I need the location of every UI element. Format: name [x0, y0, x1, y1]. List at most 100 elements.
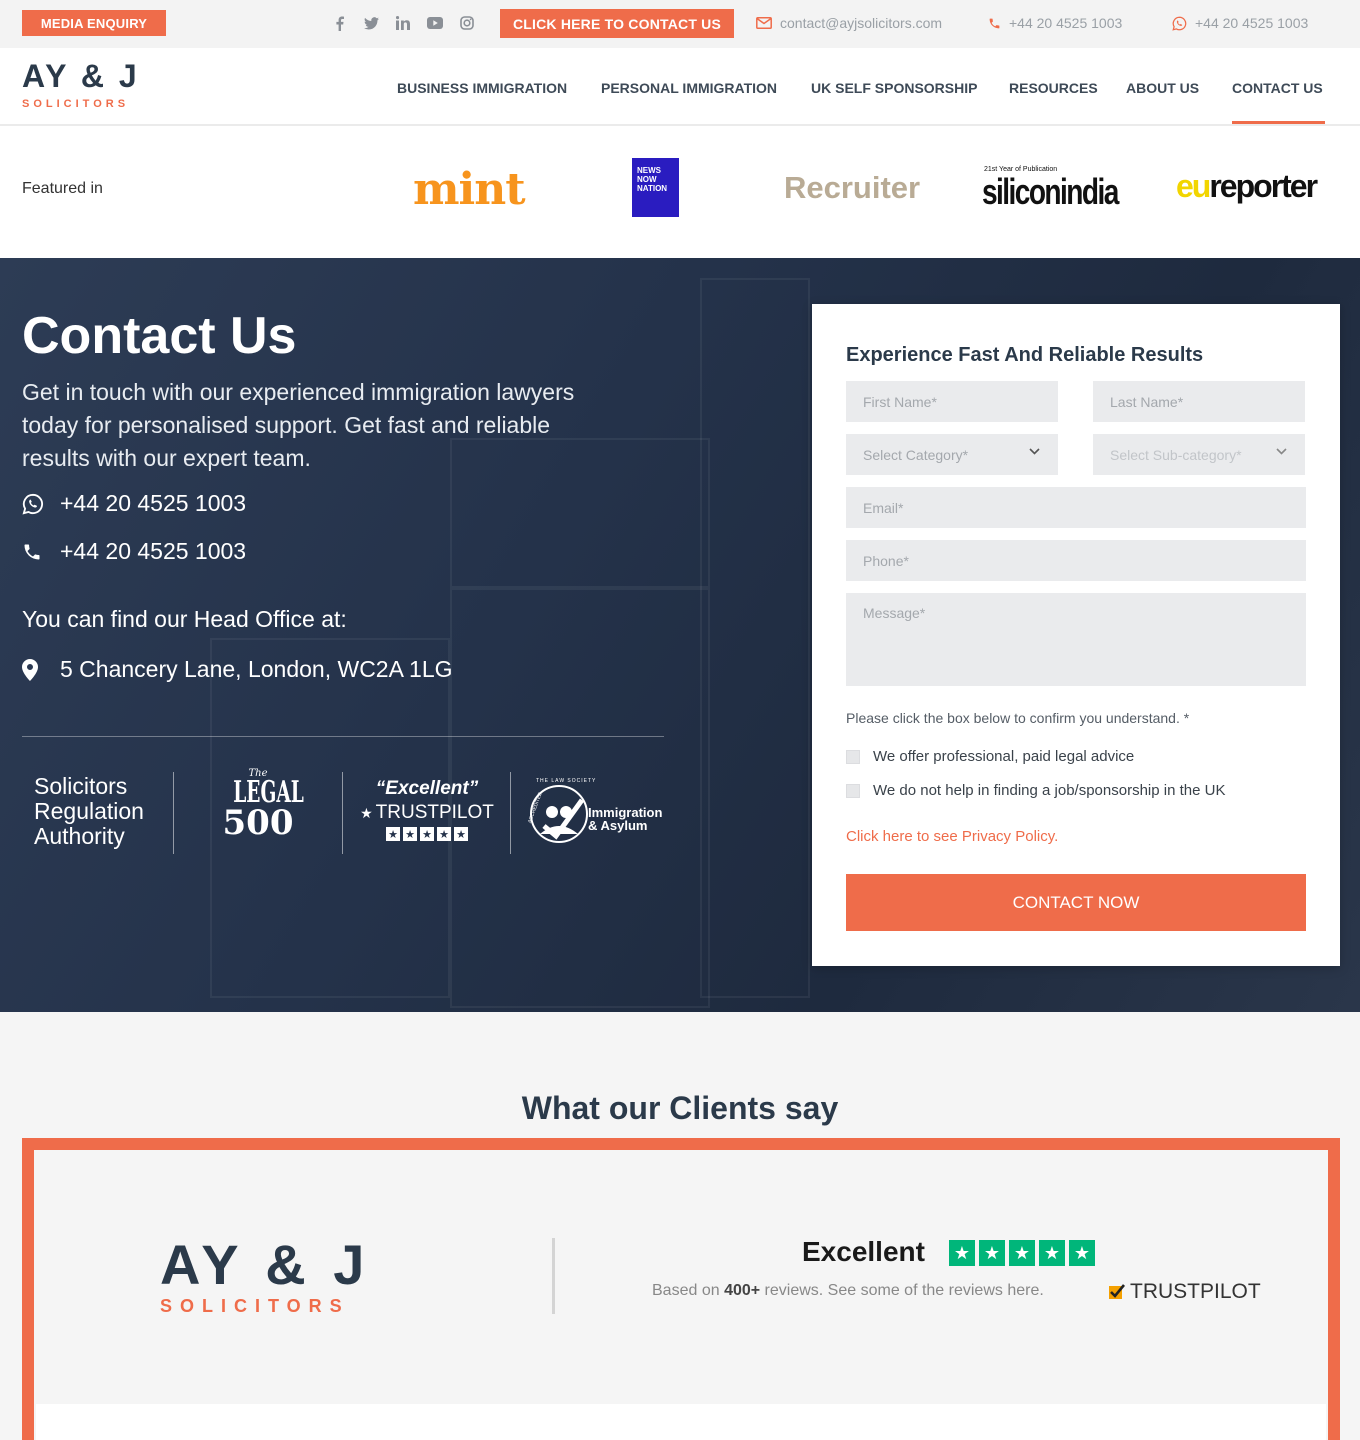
clients-section: What our Clients say AY & J SOLICITORS E… [0, 1012, 1360, 1440]
eureporter-eu: eu [1176, 168, 1211, 204]
top-bar: MEDIA ENQUIRY CLICK HERE TO CONTACT US c… [0, 0, 1360, 48]
nav-business-immigration[interactable]: BUSINESS IMMIGRATION [397, 80, 567, 96]
star-icon: ★ [454, 827, 468, 841]
trustpilot-star-icon: ★ [360, 804, 373, 821]
category-select[interactable]: Select Category* [846, 434, 1058, 475]
linkedin-icon[interactable] [394, 14, 412, 32]
first-name-input[interactable]: First Name* [846, 381, 1058, 422]
office-label: You can find our Head Office at: [22, 606, 347, 632]
page-title: Contact Us [22, 307, 297, 365]
review-count-number: 400+ [724, 1282, 761, 1299]
nav-uk-self-sponsorship[interactable]: UK SELF SPONSORSHIP [811, 80, 977, 96]
subcategory-select[interactable]: Select Sub-category* [1093, 434, 1305, 475]
confirm-note: Please click the box below to confirm yo… [846, 710, 1190, 726]
youtube-icon[interactable] [426, 14, 444, 32]
hero-divider [22, 736, 664, 737]
publication-mint-logo: mint [413, 164, 526, 215]
law-society-arc-text: THE LAW SOCIETY [536, 778, 597, 784]
checkbox-paid-advice[interactable]: We offer professional, paid legal advice [846, 748, 1134, 765]
law-society-badge: THE LAW SOCIETY ACCREDITED Immigration &… [526, 778, 676, 850]
nav-contact-us[interactable]: CONTACT US [1232, 80, 1323, 96]
trustpilot-name: TRUSTPILOT [375, 802, 494, 823]
checkbox-label: We do not help in finding a job/sponsors… [873, 782, 1226, 799]
hero-whatsapp-link[interactable]: +44 20 4525 1003 [22, 490, 246, 517]
star-icon: ★ [420, 827, 434, 841]
trustpilot-brand: TRUSTPILOT [1108, 1280, 1261, 1304]
category-select-value: Select Category* [863, 446, 969, 463]
email-input[interactable]: Email* [846, 487, 1306, 528]
trustpilot-star-icon: ★ [1009, 1240, 1035, 1266]
main-header: AY & J SOLICITORS BUSINESS IMMIGRATION P… [0, 48, 1360, 126]
nav-personal-immigration[interactable]: PERSONAL IMMIGRATION [601, 80, 777, 96]
whatsapp-icon [22, 493, 60, 515]
subcategory-select-value: Select Sub-category* [1110, 446, 1242, 463]
top-whatsapp-text: +44 20 4525 1003 [1195, 15, 1309, 31]
office-address-text: 5 Chancery Lane, London, WC2A 1LG [60, 656, 453, 682]
logo-wordmark: AY & J [22, 58, 140, 94]
top-phone-text: +44 20 4525 1003 [1009, 15, 1123, 31]
office-address: 5 Chancery Lane, London, WC2A 1LG [22, 656, 453, 683]
trustpilot-star-icon: ★ [1069, 1240, 1095, 1266]
contact-form: Experience Fast And Reliable Results Fir… [812, 304, 1340, 966]
checkbox[interactable] [846, 783, 860, 798]
review-count-text[interactable]: Based on 400+ reviews. See some of the r… [652, 1282, 1044, 1300]
facebook-icon[interactable] [330, 14, 348, 32]
sra-line: Authority [34, 823, 125, 849]
top-email-text: contact@ayjsolicitors.com [780, 15, 943, 31]
clients-title: What our Clients say [521, 1090, 839, 1126]
nav-active-indicator [1232, 121, 1325, 124]
review-logo-subtitle: SOLICITORS [160, 1296, 350, 1316]
sra-badge: Solicitors Regulation Authority [34, 774, 144, 849]
nav-resources[interactable]: RESOURCES [1009, 80, 1098, 96]
phone-input[interactable]: Phone* [846, 540, 1306, 581]
checkbox-label: We offer professional, paid legal advice [873, 748, 1135, 765]
nav-about-us[interactable]: ABOUT US [1126, 80, 1199, 96]
privacy-policy-link[interactable]: Click here to see Privacy Policy. [846, 828, 1058, 845]
legal500-badge: The LEGAL 500 [218, 768, 304, 840]
top-email-link[interactable]: contact@ayjsolicitors.com [756, 15, 942, 31]
review-count-post: reviews. See some of the reviews here. [760, 1282, 1044, 1299]
checkbox-no-job-help[interactable]: We do not help in finding a job/sponsors… [846, 782, 1225, 799]
immigration-line: & Asylum [588, 818, 648, 833]
form-title: Experience Fast And Reliable Results [846, 344, 1204, 366]
top-whatsapp-link[interactable]: +44 20 4525 1003 [1172, 15, 1308, 31]
hero-whatsapp-number: +44 20 4525 1003 [60, 490, 247, 516]
rating-word: Excellent [802, 1236, 925, 1267]
twitter-icon[interactable] [362, 14, 380, 32]
chevron-down-icon [1029, 448, 1040, 455]
trustpilot-star-icon: ★ [949, 1240, 975, 1266]
chevron-down-icon [1276, 448, 1287, 455]
contact-now-button[interactable]: CONTACT NOW [846, 874, 1306, 931]
top-phone-link[interactable]: +44 20 4525 1003 [988, 15, 1122, 31]
star-icon: ★ [437, 827, 451, 841]
hero-phone-link[interactable]: +44 20 4525 1003 [22, 538, 246, 565]
phone-icon [22, 542, 60, 562]
trustpilot-brand-text: TRUSTPILOT [1130, 1280, 1261, 1303]
publication-siliconindia-logo: 21st Year of Publication siliconindia [982, 166, 1156, 211]
featured-label: Featured in [22, 180, 103, 197]
phone-icon [989, 18, 1000, 28]
checkbox[interactable] [846, 749, 860, 764]
building-deco [700, 278, 810, 998]
publication-newsnownation-logo: NEWS NOW NATION [632, 158, 679, 217]
review-logo-wordmark: AY & J [160, 1233, 371, 1296]
instagram-icon[interactable] [458, 14, 476, 32]
hero-description: Get in touch with our experienced immigr… [22, 379, 575, 471]
review-divider [552, 1238, 555, 1314]
trustpilot-check-icon [1109, 1284, 1126, 1299]
publication-recruiter-logo: Recruiter [784, 170, 921, 205]
eureporter-reporter: reporter [1209, 168, 1318, 204]
media-enquiry-button[interactable]: MEDIA ENQUIRY [22, 10, 166, 36]
message-textarea[interactable]: Message* [846, 593, 1306, 686]
sra-line: Solicitors [34, 773, 128, 799]
trustpilot-quote: “Excellent” [375, 778, 479, 799]
siliconindia-wordmark: siliconindia [982, 171, 1119, 212]
hero-phone-number: +44 20 4525 1003 [60, 538, 247, 564]
last-name-input[interactable]: Last Name* [1093, 381, 1305, 422]
badge-divider [342, 772, 343, 854]
trustpilot-badge: “Excellent” ★ TRUSTPILOT ★ ★ ★ ★ ★ [360, 778, 494, 841]
contact-cta-button[interactable]: CLICK HERE TO CONTACT US [500, 9, 734, 38]
badge-divider [173, 772, 174, 854]
star-icon: ★ [386, 827, 400, 841]
immigration-asylum-label: Immigration & Asylum [588, 806, 662, 832]
